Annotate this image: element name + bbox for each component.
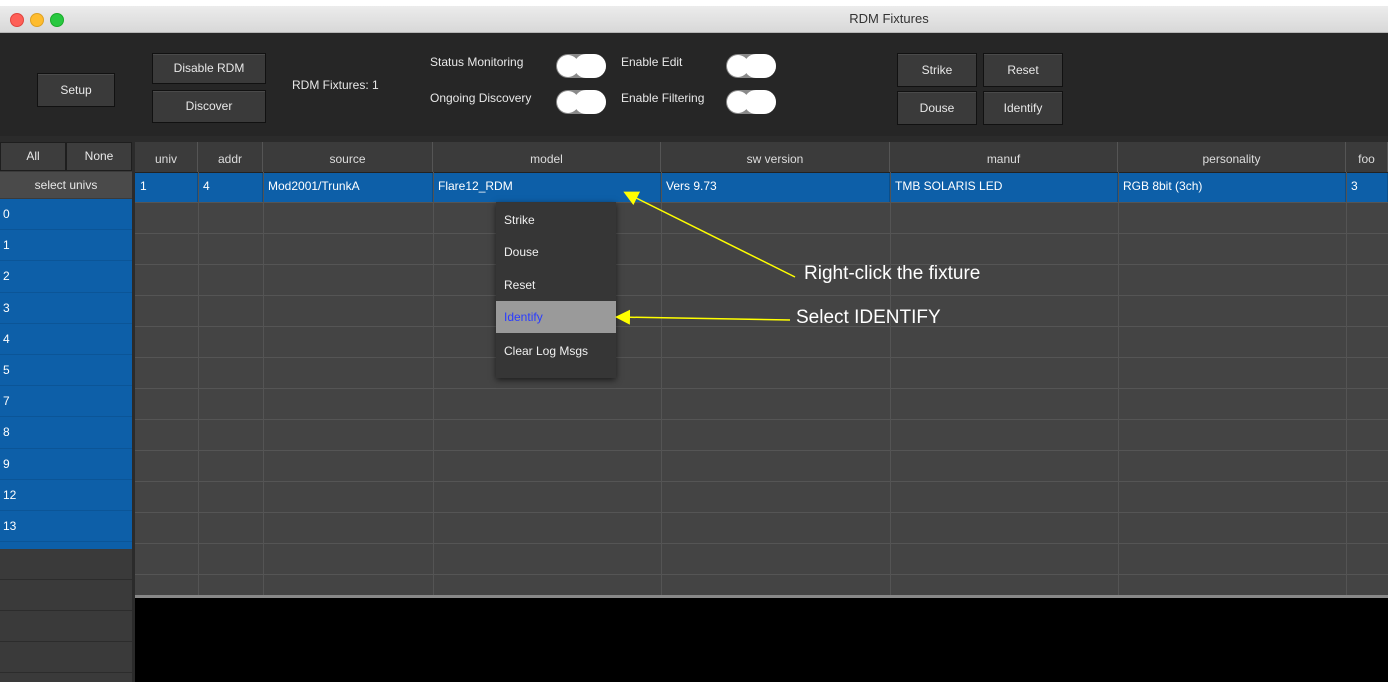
context-menu-item-reset[interactable]: Reset xyxy=(496,269,616,301)
universe-item[interactable]: 13 xyxy=(0,511,132,543)
column-header[interactable]: addr xyxy=(198,142,263,172)
setup-button[interactable]: Setup xyxy=(37,73,115,107)
log-messages-pane xyxy=(135,598,1388,682)
context-menu-item-identify[interactable]: Identify xyxy=(496,301,616,333)
universe-item[interactable]: 1 xyxy=(0,230,132,262)
context-menu-item-douse[interactable]: Douse xyxy=(496,236,616,268)
select-all-button[interactable]: All xyxy=(0,142,66,171)
universe-item[interactable]: 8 xyxy=(0,417,132,449)
table-cell: 1 xyxy=(135,173,198,202)
universe-filter-pane: All None select univs 0 1 2 3 4 5 7 8 9 12 13 xyxy=(0,142,132,682)
table-column-divider xyxy=(661,172,662,598)
column-header[interactable]: source xyxy=(263,142,433,172)
table-row-divider xyxy=(135,481,1388,482)
status-monitoring-toggle[interactable] xyxy=(556,54,606,78)
table-cell: Mod2001/TrunkA xyxy=(263,173,433,202)
column-header[interactable]: model xyxy=(433,142,661,172)
column-header[interactable]: univ xyxy=(135,142,198,172)
table-row-divider xyxy=(135,326,1388,327)
table-row[interactable]: 1 4 Mod2001/TrunkA Flare12_RDM Vers 9.73 TMB … xyxy=(135,173,1388,202)
douse-button[interactable]: Douse xyxy=(897,91,977,125)
context-menu: Strike Douse Reset Identify Clear Log Ms… xyxy=(496,202,616,378)
table-row-divider xyxy=(135,574,1388,575)
universe-item[interactable]: 2 xyxy=(0,261,132,293)
reset-button[interactable]: Reset xyxy=(983,53,1063,87)
table-column-divider xyxy=(1118,172,1119,598)
rdm-fixtures-window: RDM Fixtures Setup Disable RDM Discover … xyxy=(0,6,1388,682)
table-cell: Vers 9.73 xyxy=(661,173,890,202)
universe-item[interactable]: 0 xyxy=(0,199,132,231)
table-cell: 4 xyxy=(198,173,263,202)
context-menu-item-clear-log-msgs[interactable]: Clear Log Msgs xyxy=(496,335,616,367)
status-monitoring-label: Status Monitoring xyxy=(430,55,524,69)
table-row-divider xyxy=(135,357,1388,358)
table-row-divider xyxy=(135,264,1388,265)
context-menu-item-strike[interactable]: Strike xyxy=(496,204,616,236)
strike-button[interactable]: Strike xyxy=(897,53,977,87)
enable-edit-label: Enable Edit xyxy=(621,55,683,69)
select-none-button[interactable]: None xyxy=(66,142,132,171)
select-univs-header: select univs xyxy=(0,172,132,198)
universe-item[interactable]: 3 xyxy=(0,293,132,324)
table-row-divider xyxy=(135,450,1388,451)
toolbar: Setup Disable RDM Discover RDM Fixtures:… xyxy=(0,33,1388,136)
disable-rdm-button[interactable]: Disable RDM xyxy=(152,53,266,84)
table-cell: 3 xyxy=(1346,173,1388,202)
column-header[interactable]: sw version xyxy=(661,142,890,172)
table-row-divider xyxy=(135,388,1388,389)
enable-filtering-toggle[interactable] xyxy=(726,90,776,114)
universe-item[interactable]: 9 xyxy=(0,449,132,480)
universe-item[interactable]: 12 xyxy=(0,480,132,511)
universe-item[interactable]: 4 xyxy=(0,324,132,355)
table-cell: RGB 8bit (3ch) xyxy=(1118,173,1346,202)
universe-item[interactable]: 5 xyxy=(0,355,132,387)
table-column-divider xyxy=(198,172,199,598)
window-title: RDM Fixtures xyxy=(849,11,929,26)
table-column-divider xyxy=(890,172,891,598)
universe-item[interactable]: 7 xyxy=(0,386,132,418)
universe-list: 0 1 2 3 4 5 7 8 9 12 13 xyxy=(0,199,132,549)
table-row-divider xyxy=(135,543,1388,544)
discover-button[interactable]: Discover xyxy=(152,90,266,123)
enable-filtering-label: Enable Filtering xyxy=(621,91,705,105)
table-column-divider xyxy=(433,172,434,598)
ongoing-discovery-label: Ongoing Discovery xyxy=(430,91,532,105)
fixture-count-label: RDM Fixtures: 1 xyxy=(292,78,379,92)
table-column-divider xyxy=(1346,172,1347,598)
ongoing-discovery-toggle[interactable] xyxy=(556,90,606,114)
table-cell: Flare12_RDM xyxy=(433,173,661,202)
enable-edit-toggle[interactable] xyxy=(726,54,776,78)
fixtures-table: univ addr source model sw version manuf person… xyxy=(135,142,1388,598)
table-cell: TMB SOLARIS LED xyxy=(890,173,1118,202)
column-header[interactable]: foo xyxy=(1346,142,1388,172)
table-row-divider xyxy=(135,202,1388,203)
title-bar: RDM Fixtures xyxy=(0,6,1388,33)
identify-button[interactable]: Identify xyxy=(983,91,1063,125)
annotation-right-click: Right-click the fixture xyxy=(804,263,981,284)
table-row-divider xyxy=(135,512,1388,513)
table-row-divider xyxy=(135,419,1388,420)
table-row-divider xyxy=(135,295,1388,296)
table-row-divider xyxy=(135,233,1388,234)
column-header[interactable]: manuf xyxy=(890,142,1118,172)
column-header[interactable]: personality xyxy=(1118,142,1346,172)
table-header: univ addr source model sw version manuf person… xyxy=(135,142,1388,173)
annotation-select-identify: Select IDENTIFY xyxy=(796,307,941,328)
table-column-divider xyxy=(263,172,264,598)
universe-list-empty-rows xyxy=(0,549,132,682)
